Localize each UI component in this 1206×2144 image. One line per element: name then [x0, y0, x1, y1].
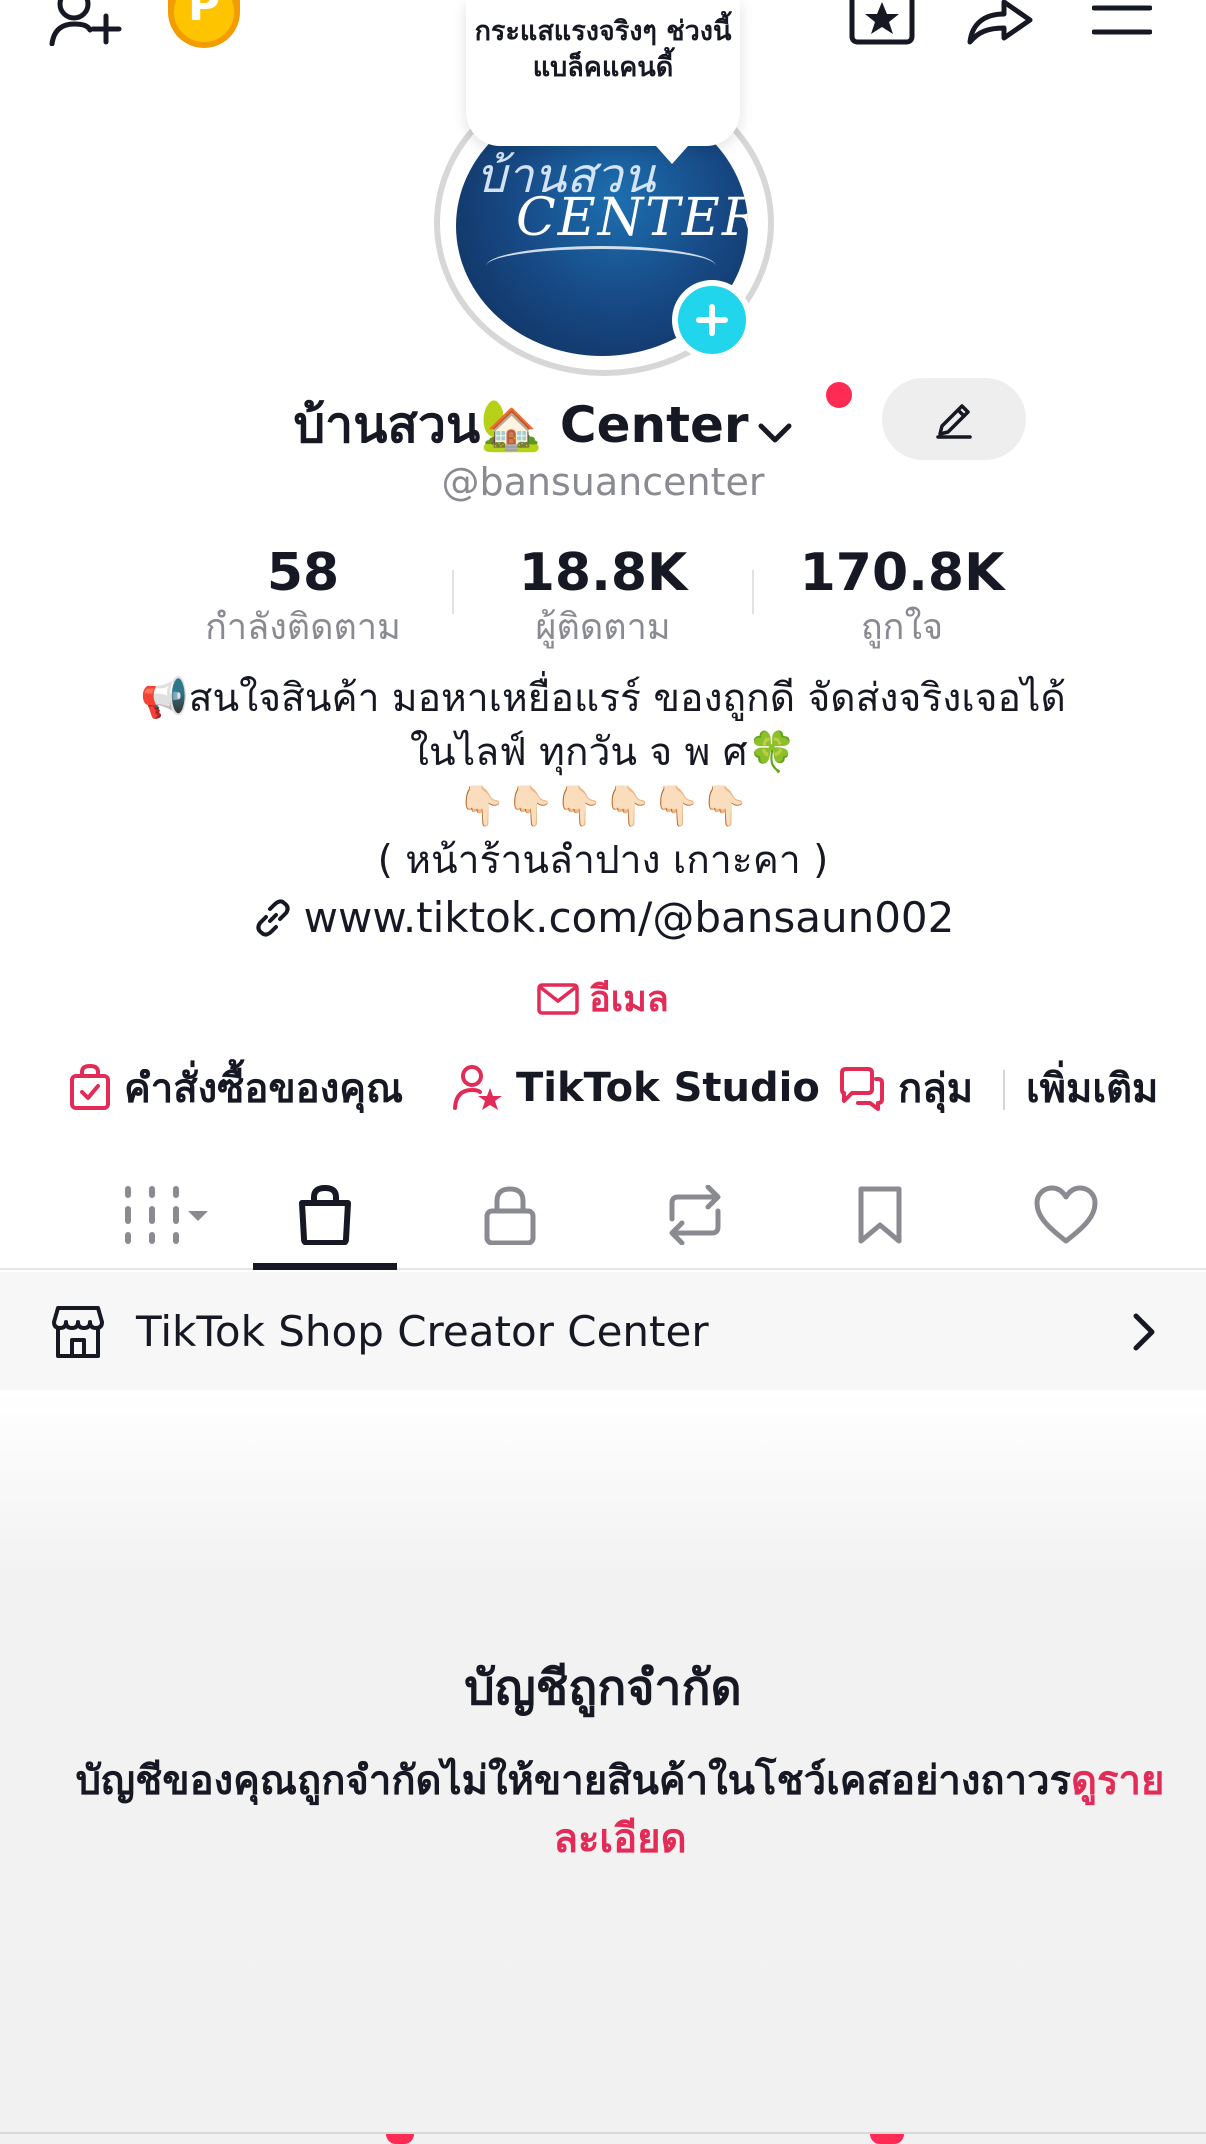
tab-shop[interactable]	[253, 1160, 397, 1270]
tab-private[interactable]	[440, 1160, 580, 1270]
followers-stat[interactable]: 18.8K ผู้ติดตาม	[473, 540, 733, 650]
tab-reposts[interactable]	[625, 1160, 765, 1270]
notification-dot	[826, 382, 852, 408]
note-bubble[interactable]: กระแสแรงจริงๆ ช่วงนี้ แบล็คแคนดี้	[466, 0, 740, 164]
following-stat[interactable]: 58 กำลังติดตาม	[173, 540, 433, 650]
creator-star-icon	[453, 1065, 502, 1110]
lock-icon	[484, 1186, 536, 1245]
your-orders-label: คำสั่งซื้อของคุณ	[124, 1066, 404, 1112]
favorites-button[interactable]	[848, 0, 916, 50]
grid-icon	[125, 1186, 208, 1244]
profile-name: บ้านสวน🏡 Center	[293, 396, 749, 454]
repost-icon	[669, 1185, 721, 1245]
pencil-icon	[936, 404, 972, 439]
nav-indicator-dot	[870, 2134, 904, 2144]
caret-down-icon	[188, 1211, 208, 1221]
restricted-description: บัญชีของคุณถูกจำกัดไม่ให้ขายสินค้าในโชว์…	[60, 1752, 1180, 1868]
bottom-nav-divider	[0, 2132, 1206, 2134]
add-friend-button[interactable]	[48, 0, 122, 50]
hamburger-menu-icon	[1091, 5, 1153, 35]
active-tab-indicator	[253, 1263, 397, 1270]
coins-badge[interactable]: P	[168, 0, 240, 48]
bookmark-icon	[858, 1186, 902, 1244]
content-tabs	[0, 1160, 1206, 1270]
likes-count: 170.8K	[799, 543, 1005, 603]
tab-videos[interactable]	[78, 1160, 238, 1270]
following-label: กำลังติดตาม	[205, 607, 401, 648]
order-bag-icon	[70, 1064, 110, 1110]
chat-bubbles-icon	[840, 1067, 884, 1111]
shopping-bag-icon	[299, 1185, 351, 1245]
stat-divider	[752, 570, 754, 614]
envelope-icon	[537, 982, 579, 1015]
tab-favorites[interactable]	[810, 1160, 950, 1270]
tab-liked[interactable]	[996, 1160, 1136, 1270]
avatar-wave-decoration	[486, 246, 716, 286]
stat-divider	[452, 570, 454, 614]
shortcut-divider	[1003, 1070, 1005, 1110]
chevron-right-icon	[1133, 1313, 1155, 1351]
followers-label: ผู้ติดตาม	[535, 607, 671, 648]
email-label: อีเมล	[589, 979, 669, 1020]
profile-handle: @bansuancenter	[441, 460, 765, 504]
bio-line: ในไลฟ์ ทุกวัน จ พ ศ🍀	[409, 730, 797, 775]
add-story-button[interactable]	[672, 280, 752, 360]
star-card-icon	[849, 0, 915, 45]
restricted-title: บัญชีถูกจำกัด	[464, 1660, 742, 1716]
groups-button[interactable]: กลุ่ม	[838, 1058, 973, 1118]
groups-label: กลุ่ม	[898, 1066, 974, 1112]
creator-center-label: TikTok Shop Creator Center	[136, 1306, 709, 1356]
bio-line: 📢สนใจสินค้า มอหาเหยื่อแรร์ ของถูกดี จัดส…	[140, 676, 1066, 721]
likes-label: ถูกใจ	[860, 607, 944, 648]
storefront-icon	[52, 1306, 104, 1358]
share-arrow-icon	[967, 0, 1033, 45]
email-button[interactable]: อีเมล	[0, 970, 1206, 1027]
share-button[interactable]	[964, 0, 1036, 50]
restricted-description-text: บัญชีของคุณถูกจำกัดไม่ให้ขายสินค้าในโชว์…	[75, 1758, 1072, 1804]
likes-stat[interactable]: 170.8K ถูกใจ	[772, 540, 1032, 650]
menu-button[interactable]	[1091, 0, 1153, 44]
bio-line: 👇🏻👇🏻👇🏻👇🏻👇🏻👇🏻	[457, 784, 749, 829]
edit-profile-button[interactable]	[882, 378, 1026, 460]
heart-icon	[1034, 1185, 1098, 1244]
bio-line: ( หน้าร้านลำปาง เกาะคา )	[377, 838, 829, 883]
your-orders-button[interactable]: คำสั่งซื้อของคุณ	[68, 1058, 403, 1118]
coin-letter: P	[187, 0, 221, 31]
more-label: เพิ่มเติม	[1026, 1066, 1159, 1112]
link-icon	[256, 898, 290, 937]
creator-center-row[interactable]: TikTok Shop Creator Center	[0, 1272, 1206, 1390]
following-count: 58	[266, 543, 340, 603]
bio-link-text: www.tiktok.com/@bansaun002	[303, 893, 955, 942]
more-button[interactable]: เพิ่มเติม	[1026, 1058, 1158, 1118]
tiktok-studio-button[interactable]: TikTok Studio	[452, 1058, 820, 1118]
avatar-text-line2: CENTER	[516, 188, 748, 248]
account-switcher[interactable]: บ้านสวน🏡 Center	[293, 386, 792, 465]
tiktok-studio-label: TikTok Studio	[516, 1065, 820, 1111]
person-plus-icon	[49, 0, 122, 47]
chevron-down-icon	[757, 400, 793, 458]
bio-link[interactable]: www.tiktok.com/@bansaun002	[0, 890, 1206, 942]
followers-count: 18.8K	[518, 543, 688, 603]
